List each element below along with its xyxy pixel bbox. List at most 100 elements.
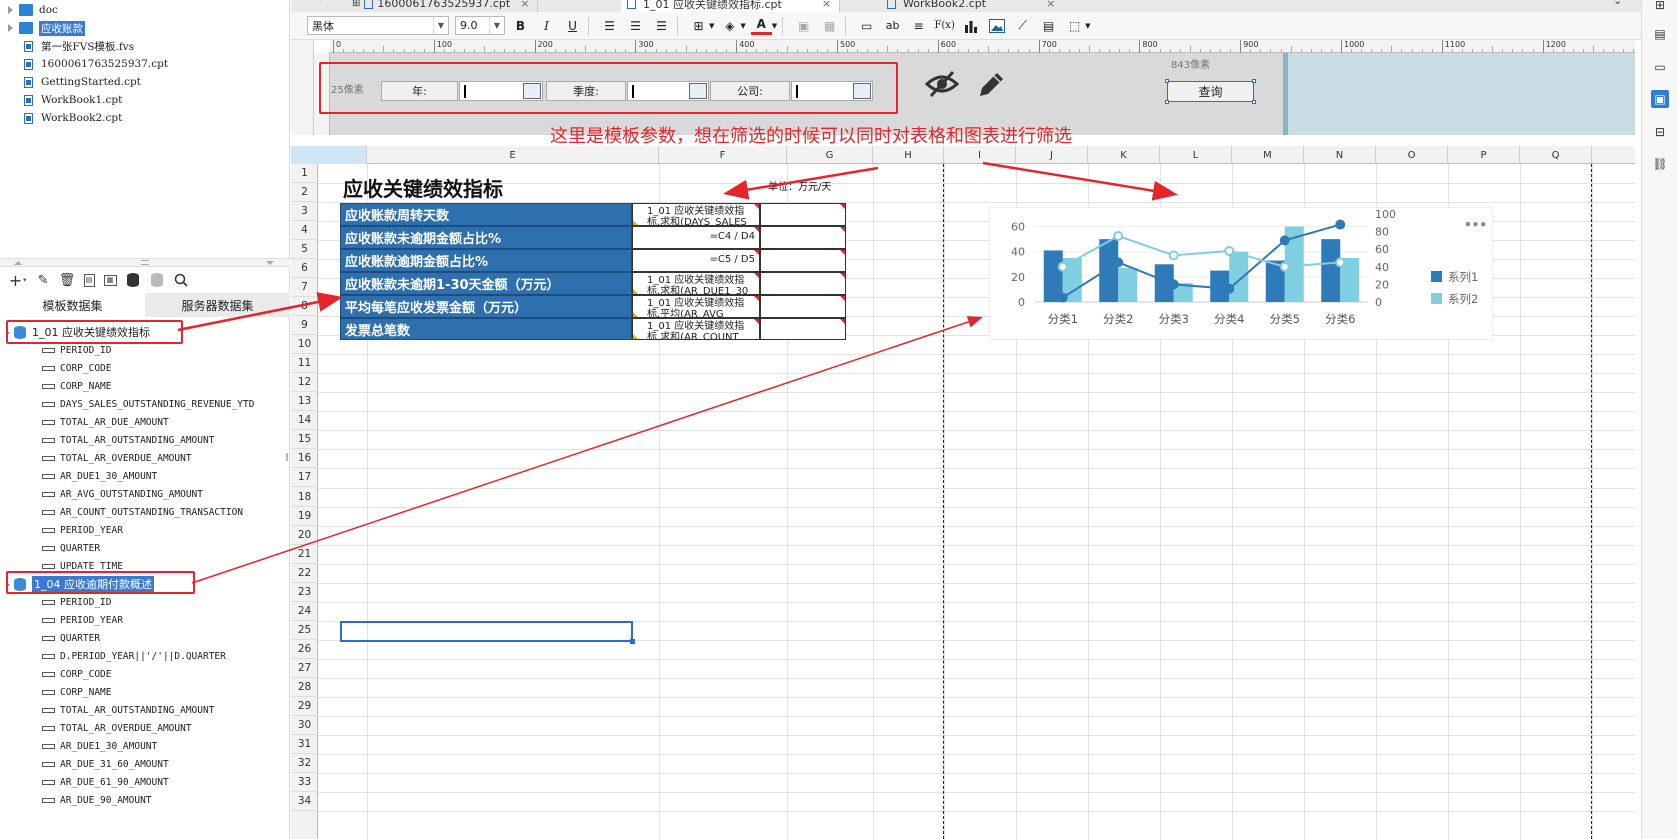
dataset-field[interactable]: TOTAL_AR_DUE_AMOUNT <box>42 414 169 430</box>
kpi-label-cell[interactable]: 发票总笔数 <box>340 318 632 340</box>
search-icon[interactable] <box>174 273 189 288</box>
font-size-select[interactable]: 9.0 ▼ <box>455 16 505 35</box>
chart-point[interactable] <box>1057 261 1068 272</box>
row-header-4[interactable]: 4 <box>291 221 318 241</box>
dataset-field[interactable]: AR_DUE1_30_AMOUNT <box>42 738 157 754</box>
insert-chart-icon[interactable] <box>960 15 981 36</box>
close-icon[interactable]: × <box>520 0 529 10</box>
row-header-26[interactable]: 26 <box>291 640 318 659</box>
kpi-value-cell[interactable] <box>760 249 846 272</box>
kpi-value-cell[interactable] <box>760 318 846 340</box>
file-item[interactable]: WorkBook1.cpt <box>8 92 122 108</box>
column-header-Q[interactable]: Q <box>1520 146 1592 164</box>
row-header-25[interactable]: 25 <box>291 621 318 640</box>
kpi-value-cell[interactable] <box>760 226 846 249</box>
resize-handle[interactable] <box>1252 79 1256 83</box>
edit-icon[interactable]: ✎ <box>36 273 51 288</box>
chevron-down-icon[interactable]: ▼ <box>1085 22 1090 30</box>
new-tab-icon[interactable]: ⊞ <box>352 0 360 9</box>
formula-icon[interactable]: F(x) <box>934 15 955 36</box>
chevron-down-icon[interactable]: ▼ <box>740 22 745 30</box>
edit-pencil-icon[interactable] <box>976 70 1006 103</box>
tab-list-dropdown-icon[interactable]: ▾ <box>319 0 323 3</box>
chart-container[interactable]: 0 20 40 60 0 20 40 60 80 100 分类1 分类2 分类3 分类4 分类5 分类6 系列1… <box>989 207 1493 340</box>
collapse-up-icon[interactable] <box>14 261 22 265</box>
row-header-15[interactable]: 15 <box>291 430 318 450</box>
close-icon[interactable]: × <box>1046 0 1055 10</box>
column-header-E[interactable]: E <box>367 146 659 164</box>
expand-arrow-icon[interactable] <box>8 24 13 32</box>
text-icon[interactable]: ab <box>882 15 903 36</box>
column-header-N[interactable]: N <box>1304 146 1376 164</box>
fill-color-icon[interactable]: ◈ <box>719 15 740 36</box>
column-header-G[interactable]: G <box>787 146 873 164</box>
query-button[interactable]: 查询 <box>1167 81 1254 102</box>
font-color-icon[interactable]: A <box>750 17 772 35</box>
row-header-32[interactable]: 32 <box>291 754 318 773</box>
row-header-8[interactable]: 8 <box>291 297 318 317</box>
panel-splitter[interactable] <box>0 258 290 267</box>
more-elements-icon[interactable]: ⬚ <box>1064 15 1085 36</box>
dataset-field[interactable]: AR_DUE_31_60_AMOUNT <box>42 756 169 772</box>
chart-point[interactable] <box>1168 279 1179 290</box>
folder-item[interactable]: doc <box>8 2 58 18</box>
row-header-12[interactable]: 12 <box>291 373 318 393</box>
column-header-J[interactable]: J <box>1016 146 1088 164</box>
row-header-28[interactable]: 28 <box>291 678 318 697</box>
close-icon[interactable]: × <box>822 0 831 10</box>
dataset-field[interactable]: TOTAL_AR_OUTSTANDING_AMOUNT <box>42 432 214 448</box>
chart-point[interactable] <box>1168 250 1179 261</box>
underline-button[interactable]: U <box>562 15 583 36</box>
panel-resize-handle[interactable]: ‖ <box>285 452 289 461</box>
kpi-formula-cell[interactable]: 1_01 应收关键绩效指 标.求和(AR_DUE1_30_ <box>632 272 760 295</box>
chart-point[interactable] <box>1224 283 1235 294</box>
dataset-field[interactable]: PERIOD_ID <box>42 342 111 358</box>
dataset-field[interactable]: CORP_CODE <box>42 666 111 682</box>
chart-bar[interactable] <box>1118 268 1138 302</box>
column-header-H[interactable]: H <box>873 146 944 164</box>
dataset-field[interactable]: AR_DUE_61_90_AMOUNT <box>42 774 169 790</box>
sub-report-icon[interactable]: ▤ <box>1038 15 1059 36</box>
row-header-10[interactable]: 10 <box>291 335 318 355</box>
kpi-label-cell[interactable]: 应收账款未逾期金额占比% <box>340 226 632 249</box>
row-header-21[interactable]: 21 <box>291 545 318 564</box>
row-header-1[interactable]: 1 <box>291 164 318 184</box>
dataset-field[interactable]: PERIOD_ID <box>42 594 111 610</box>
align-center-icon[interactable]: ☰ <box>625 15 646 36</box>
tab-3[interactable]: WorkBook2.cpt × <box>881 0 1063 12</box>
column-header-I[interactable]: I <box>944 146 1016 164</box>
column-header-O[interactable]: O <box>1376 146 1448 164</box>
kpi-value-cell[interactable] <box>760 295 846 318</box>
dataset-field[interactable]: QUARTER <box>42 630 100 646</box>
row-header-7[interactable]: 7 <box>291 278 318 298</box>
tab-server-datasets[interactable]: 服务器数据集 <box>145 293 290 317</box>
kpi-formula-cell[interactable]: =C4 / D4 <box>632 226 760 249</box>
cell-attr-icon[interactable]: ⊞ <box>1651 0 1669 14</box>
row-header-17[interactable]: 17 <box>291 468 318 488</box>
preview-data-icon[interactable]: ▦ <box>103 274 117 286</box>
add-dropdown-icon[interactable]: ▾ <box>23 276 27 284</box>
dataset-field[interactable]: CORP_NAME <box>42 684 111 700</box>
dataset-field[interactable]: QUARTER <box>42 540 100 556</box>
row-header-18[interactable]: 18 <box>291 488 318 507</box>
file-item[interactable]: WorkBook2.cpt <box>8 110 122 126</box>
chart-menu-icon[interactable]: ••• <box>1464 218 1487 232</box>
row-header-29[interactable]: 29 <box>291 697 318 716</box>
add-icon[interactable]: + <box>8 271 23 290</box>
chevron-down-icon[interactable]: ▼ <box>433 17 448 34</box>
selected-cell[interactable] <box>340 621 633 642</box>
row-header-5[interactable]: 5 <box>291 240 318 260</box>
chart-point[interactable] <box>1279 261 1290 272</box>
row-header-33[interactable]: 33 <box>291 773 318 792</box>
kpi-value-cell[interactable] <box>760 203 846 226</box>
dataset-field[interactable]: AR_DUE1_30_AMOUNT <box>42 468 157 484</box>
kpi-formula-cell[interactable]: 1_01 应收关键绩效指 标.平均(AR_AVG_ <box>632 295 760 318</box>
row-header-22[interactable]: 22 <box>291 564 318 583</box>
resize-handle[interactable] <box>1165 79 1169 83</box>
window-menu-icon[interactable]: ⌄ <box>1613 0 1622 7</box>
delete-icon[interactable]: 🗑︎ <box>59 273 76 288</box>
column-header-M[interactable]: M <box>1232 146 1304 164</box>
chart-point[interactable] <box>1335 257 1346 268</box>
legend-label[interactable]: 系列2 <box>1448 292 1478 306</box>
database-icon[interactable] <box>126 273 141 288</box>
